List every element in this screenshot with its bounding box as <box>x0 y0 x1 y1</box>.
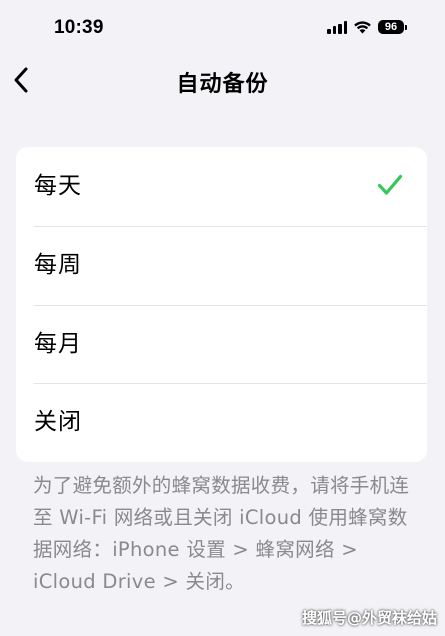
cellular-signal-icon <box>327 20 347 34</box>
battery-icon: 96 <box>378 20 407 34</box>
option-weekly[interactable]: 每周 <box>16 225 427 305</box>
footer-note: 为了避免额外的蜂窝数据收费，请将手机连至 Wi-Fi 网络或且关闭 iCloud… <box>33 474 410 593</box>
checkmark-icon <box>377 174 403 195</box>
option-off[interactable]: 关闭 <box>16 383 427 462</box>
wifi-icon <box>353 20 372 34</box>
page-title: 自动备份 <box>176 72 269 97</box>
battery-cap <box>405 24 407 30</box>
status-time: 10:39 <box>54 17 104 38</box>
status-icons: 96 <box>327 20 407 34</box>
status-bar: 10:39 96 <box>0 0 445 58</box>
navigation-bar: 自动备份 <box>0 58 445 104</box>
option-label: 每月 <box>34 330 82 357</box>
option-label: 每周 <box>34 251 82 278</box>
option-monthly[interactable]: 每月 <box>16 304 427 384</box>
battery-level: 96 <box>378 20 404 34</box>
option-label: 关闭 <box>34 409 82 436</box>
option-daily[interactable]: 每天 <box>16 147 427 226</box>
backup-frequency-list: 每天 每周 每月 关闭 <box>16 147 427 462</box>
option-label: 每天 <box>34 173 82 199</box>
watermark: 搜狐号@外贸袜给姑 <box>301 609 437 627</box>
